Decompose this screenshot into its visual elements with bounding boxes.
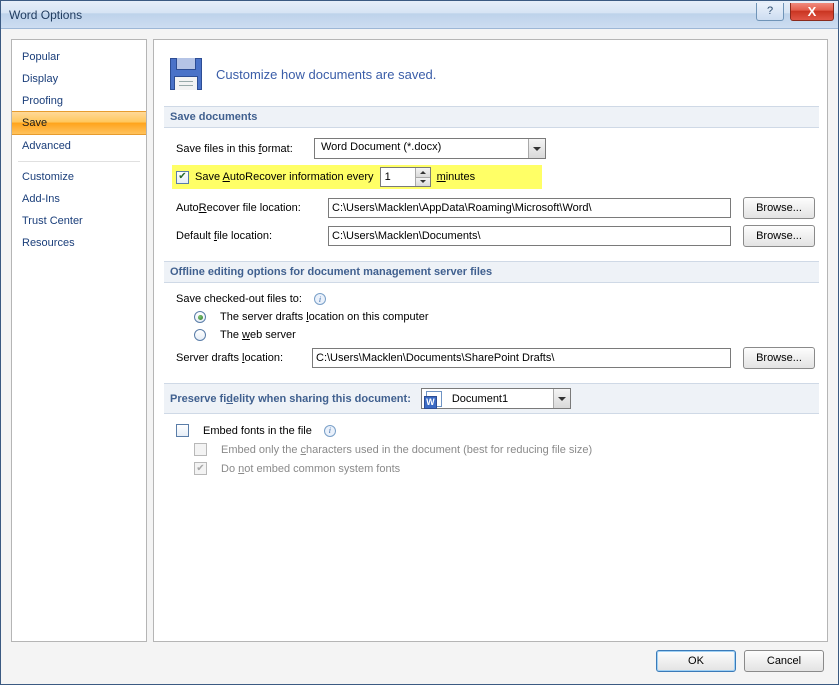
section-fidelity: Preserve fidelity when sharing this docu… [164, 383, 819, 414]
radio-web-server[interactable] [194, 329, 206, 341]
sidebar-item-save[interactable]: Save [12, 111, 146, 135]
heading-text: Customize how documents are saved. [216, 67, 436, 82]
embed-fonts-label: Embed fonts in the file [203, 425, 312, 437]
radio-local-label: The server drafts location on this compu… [220, 311, 429, 323]
dropdown-arrow-icon[interactable] [553, 389, 570, 408]
format-label: Save files in this format: [176, 143, 306, 155]
dialog-window: Word Options ? X Popular Display Proofin… [0, 0, 839, 685]
window-title: Word Options [9, 8, 82, 22]
fidelity-document-dropdown[interactable]: Document1 [421, 388, 571, 409]
autorecover-minutes-input[interactable] [381, 168, 415, 186]
server-drafts-label: Server drafts location: [176, 352, 300, 364]
page-heading: Customize how documents are saved. [170, 58, 815, 90]
autorecover-location-input[interactable] [328, 198, 731, 218]
sidebar-item-trust-center[interactable]: Trust Center [12, 210, 146, 232]
sidebar-separator [18, 161, 140, 162]
minutes-label: minutes [437, 171, 476, 183]
server-drafts-input[interactable] [312, 348, 731, 368]
autorecover-highlight: ✔ Save AutoRecover information every min… [172, 165, 542, 189]
spin-up-icon[interactable] [416, 168, 430, 177]
embed-chars-checkbox [194, 443, 207, 456]
cancel-button[interactable]: Cancel [744, 650, 824, 672]
format-dropdown[interactable]: Word Document (*.docx) [314, 138, 546, 159]
default-location-input[interactable] [328, 226, 731, 246]
close-button[interactable]: X [790, 3, 834, 21]
autorecover-minutes-stepper[interactable] [380, 167, 431, 187]
browse-default-button[interactable]: Browse... [743, 225, 815, 247]
section-save-documents: Save documents [164, 106, 819, 128]
autorecover-location-label: AutoRecover file location: [176, 202, 316, 214]
sidebar-item-display[interactable]: Display [12, 68, 146, 90]
titlebar[interactable]: Word Options ? X [1, 1, 838, 29]
save-disk-icon [170, 58, 202, 90]
embed-fonts-checkbox[interactable] [176, 424, 189, 437]
fidelity-doc-name: Document1 [446, 391, 514, 407]
embed-common-label: Do not embed common system fonts [221, 463, 400, 475]
sidebar-item-addins[interactable]: Add-Ins [12, 188, 146, 210]
info-icon[interactable]: i [314, 293, 326, 305]
autorecover-checkbox[interactable]: ✔ [176, 171, 189, 184]
help-button[interactable]: ? [756, 3, 784, 21]
sidebar-item-popular[interactable]: Popular [12, 46, 146, 68]
embed-chars-label: Embed only the characters used in the do… [221, 444, 592, 456]
sidebar-item-resources[interactable]: Resources [12, 232, 146, 254]
info-icon[interactable]: i [324, 425, 336, 437]
radio-web-label: The web server [220, 329, 296, 341]
autorecover-label: Save AutoRecover information every [195, 171, 374, 183]
word-document-icon [426, 391, 442, 407]
format-value: Word Document (*.docx) [315, 139, 447, 158]
sidebar-item-customize[interactable]: Customize [12, 166, 146, 188]
embed-common-checkbox: ✔ [194, 462, 207, 475]
ok-button[interactable]: OK [656, 650, 736, 672]
sidebar-item-advanced[interactable]: Advanced [12, 135, 146, 157]
sidebar-item-proofing[interactable]: Proofing [12, 90, 146, 112]
main-panel: Customize how documents are saved. Save … [153, 39, 828, 642]
dialog-footer: OK Cancel [11, 650, 828, 674]
spin-down-icon[interactable] [416, 177, 430, 187]
dialog-body: Popular Display Proofing Save Advanced C… [1, 29, 838, 684]
browse-autorecover-button[interactable]: Browse... [743, 197, 815, 219]
save-checked-label: Save checked-out files to: [176, 293, 302, 305]
default-location-label: Default file location: [176, 230, 316, 242]
section-offline: Offline editing options for document man… [164, 261, 819, 283]
sidebar: Popular Display Proofing Save Advanced C… [11, 39, 147, 642]
dropdown-arrow-icon[interactable] [528, 139, 545, 158]
radio-server-drafts-local[interactable] [194, 311, 206, 323]
browse-drafts-button[interactable]: Browse... [743, 347, 815, 369]
